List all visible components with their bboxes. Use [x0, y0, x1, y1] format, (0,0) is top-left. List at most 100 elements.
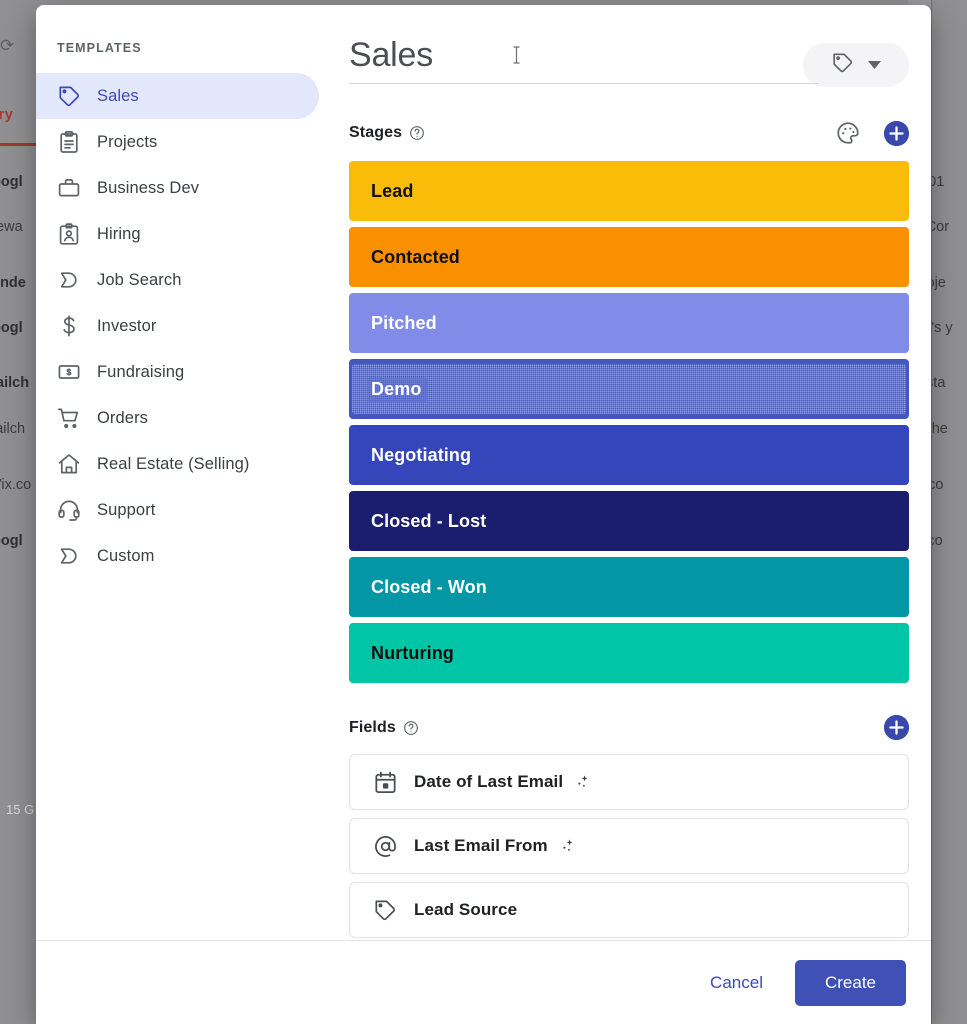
at-sign-icon [372, 833, 398, 859]
create-button[interactable]: Create [794, 959, 906, 1006]
sidebar-item-label: Sales [97, 86, 139, 105]
stage-bar[interactable]: Closed - Lost [349, 491, 909, 551]
fields-list: Date of Last Email Last Email From Lead So… [349, 754, 909, 938]
stage-bar[interactable]: Pitched [349, 293, 909, 353]
briefcase-icon [57, 176, 81, 200]
background-list-item: tewa [0, 219, 23, 235]
stage-label: Pitched [371, 312, 437, 333]
stage-label: Closed - Won [371, 576, 487, 597]
sparkle-icon [573, 774, 590, 791]
stage-bar[interactable]: Closed - Won [349, 557, 909, 617]
sidebar-item-hiring[interactable]: Hiring [36, 211, 319, 257]
background-list-item: ynde [0, 275, 26, 291]
stage-label: Closed - Lost [371, 510, 487, 531]
sidebar-item-investor[interactable]: Investor [36, 303, 319, 349]
background-right-panel [931, 0, 967, 1024]
stage-label: Demo [367, 376, 428, 402]
background-list-item: oogl [0, 174, 23, 190]
cancel-button[interactable]: Cancel [692, 963, 781, 1003]
title-underline [349, 83, 819, 84]
sidebar-item-projects[interactable]: Projects [36, 119, 319, 165]
sidebar-item-label: Job Search [97, 270, 182, 289]
sidebar-heading: TEMPLATES [57, 41, 142, 55]
dialog-body: TEMPLATES Sales Projects Business Dev Hirin… [36, 5, 931, 940]
sidebar-item-real-estate-selling[interactable]: Real Estate (Selling) [36, 441, 319, 487]
sidebar-item-label: Business Dev [97, 178, 200, 197]
stages-title: Stages [349, 124, 403, 141]
cart-icon [57, 406, 81, 430]
sidebar-item-business-dev[interactable]: Business Dev [36, 165, 319, 211]
calendar-icon [372, 769, 398, 795]
tag-icon [57, 84, 81, 108]
sidebar-item-orders[interactable]: Orders [36, 395, 319, 441]
template-detail-panel: Stages [319, 5, 931, 940]
sidebar-item-label: Real Estate (Selling) [97, 454, 250, 473]
title-field-wrapper [349, 33, 819, 84]
palette-icon[interactable] [834, 119, 862, 147]
fields-title: Fields [349, 718, 396, 736]
text-caret-icon [512, 45, 521, 65]
sidebar-item-label: Investor [97, 316, 157, 335]
refresh-icon: ⟳ [0, 36, 15, 55]
stages-list: Lead Contacted Pitched Demo Negotiating Close… [349, 161, 909, 683]
title-row [349, 5, 909, 87]
dialog-footer: Cancel Create [36, 940, 931, 1024]
stage-bar[interactable]: Contacted [349, 227, 909, 287]
background-list-item: oogl [0, 533, 23, 549]
banknote-icon [57, 360, 81, 384]
background-left-panel: ⟳ ary [0, 0, 36, 1024]
tag-selector-button[interactable] [803, 43, 909, 87]
sidebar-item-job-search[interactable]: Job Search [36, 257, 319, 303]
sparkle-icon [558, 838, 575, 855]
stage-bar[interactable]: Lead [349, 161, 909, 221]
background-tab-underline [0, 143, 36, 146]
clipboard-icon [57, 130, 81, 154]
home-icon [57, 452, 81, 476]
headset-icon [57, 498, 81, 522]
sidebar-nav-list: Sales Projects Business Dev Hiring Job Searc… [36, 73, 319, 579]
add-stage-button[interactable] [884, 120, 909, 146]
help-circle-icon[interactable] [409, 125, 425, 141]
background-list-item: Vix.co [0, 477, 32, 493]
sidebar-item-sales[interactable]: Sales [36, 73, 319, 119]
sidebar-item-fundraising[interactable]: Fundraising [36, 349, 319, 395]
field-label: Date of Last Email [414, 772, 564, 791]
background-list-item: lailch [0, 375, 30, 391]
stage-bar[interactable]: Nurturing [349, 623, 909, 683]
field-label: Lead Source [414, 900, 518, 919]
chevron-tag-icon [57, 544, 81, 568]
sidebar-item-label: Hiring [97, 224, 141, 243]
sidebar-item-label: Projects [97, 132, 158, 151]
tag-icon [831, 51, 854, 79]
tag-icon [372, 897, 398, 923]
sidebar-item-label: Fundraising [97, 362, 185, 381]
background-list-item: lailch [0, 421, 26, 437]
background-divider [931, 0, 932, 1024]
field-row[interactable]: Lead Source [349, 882, 909, 938]
sidebar-item-label: Support [97, 500, 156, 519]
id-badge-icon [57, 222, 81, 246]
field-row[interactable]: Date of Last Email [349, 754, 909, 810]
stage-bar[interactable]: Negotiating [349, 425, 909, 485]
background-storage-label: 15 G [6, 802, 35, 817]
help-circle-icon[interactable] [403, 720, 419, 736]
stage-bar[interactable]: Demo [349, 359, 909, 419]
stage-label: Lead [371, 180, 414, 201]
stage-label: Nurturing [371, 642, 454, 663]
background-primary-tab: ary [0, 106, 14, 123]
dollar-icon [57, 314, 81, 338]
fields-section-header: Fields [349, 715, 909, 740]
add-field-button[interactable] [884, 715, 909, 740]
sidebar-item-support[interactable]: Support [36, 487, 319, 533]
field-label: Last Email From [414, 836, 548, 855]
chevron-tag-icon [57, 268, 81, 292]
sidebar-item-custom[interactable]: Custom [36, 533, 319, 579]
template-name-input[interactable] [349, 33, 791, 77]
stages-section-header: Stages [349, 119, 909, 147]
stage-label: Contacted [371, 246, 460, 267]
field-row[interactable]: Last Email From [349, 818, 909, 874]
sidebar-item-label: Custom [97, 546, 155, 565]
template-editor-dialog: TEMPLATES Sales Projects Business Dev Hirin… [36, 5, 931, 1024]
chevron-down-icon [868, 56, 881, 74]
stage-label: Negotiating [371, 444, 472, 465]
